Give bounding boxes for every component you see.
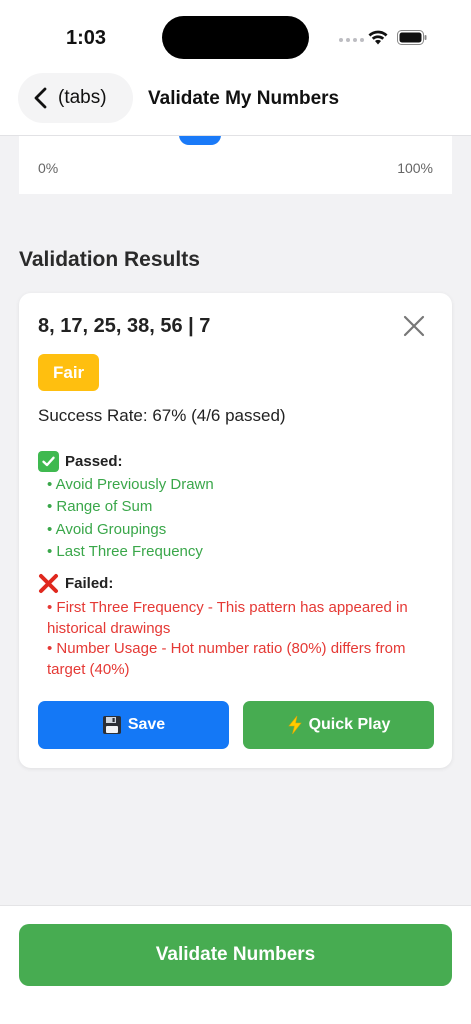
screen: 1:03 (tabs) Validate My Numbers 0% 100% … — [0, 0, 471, 1024]
battery-icon — [397, 30, 427, 45]
wifi-icon — [368, 30, 388, 45]
status-time: 1:03 — [66, 27, 107, 49]
cellular-signal-icon — [339, 38, 364, 42]
success-rate: Success Rate: 67% (4/6 passed) — [38, 406, 286, 425]
cross-mark-icon — [39, 574, 58, 593]
failed-list: • First Three Frequency - This pattern h… — [47, 598, 432, 680]
validated-numbers: 8, 17, 25, 38, 56 | 7 — [38, 315, 211, 337]
floppy-disk-icon — [102, 716, 121, 734]
dynamic-island — [162, 16, 309, 59]
chevron-left-icon — [34, 87, 47, 109]
list-item: • Range of Sum — [47, 498, 153, 516]
list-item: • Number Usage - Hot number ratio (80%) … — [47, 640, 406, 678]
lightning-icon — [287, 715, 302, 735]
validate-numbers-button[interactable]: Validate Numbers — [19, 924, 452, 986]
result-card: 8, 17, 25, 38, 56 | 7 Fair Success Rate:… — [19, 293, 452, 768]
passed-title: Passed: — [65, 453, 123, 470]
list-item: • Last Three Frequency — [47, 542, 203, 560]
save-label: Save — [127, 716, 166, 733]
check-mark-icon — [38, 451, 59, 472]
save-button[interactable]: Save — [38, 701, 229, 749]
passed-heading: Passed: — [38, 451, 123, 472]
quick-play-button[interactable]: Quick Play — [243, 701, 434, 749]
failed-title: Failed: — [65, 575, 114, 592]
page-title: Validate My Numbers — [148, 88, 340, 109]
rating-badge: Fair — [38, 354, 100, 391]
list-item: • Avoid Previously Drawn — [47, 476, 214, 493]
quick-play-label: Quick Play — [308, 716, 391, 733]
back-label: (tabs) — [58, 87, 107, 108]
back-button[interactable]: (tabs) — [18, 73, 133, 123]
close-icon[interactable] — [402, 314, 426, 338]
passed-list: • Avoid Previously Drawn • Range of Sum … — [47, 474, 214, 563]
bottom-bar: Validate Numbers — [0, 905, 471, 1024]
section-title: Validation Results — [19, 248, 200, 271]
list-item: • Avoid Groupings — [47, 520, 167, 538]
slider-min-label: 0% — [38, 160, 59, 176]
failed-heading: Failed: — [38, 573, 113, 594]
slider-max-label: 100% — [397, 160, 433, 176]
list-item: • First Three Frequency - This pattern h… — [47, 599, 408, 637]
top-bar: 1:03 (tabs) Validate My Numbers — [0, 0, 471, 136]
